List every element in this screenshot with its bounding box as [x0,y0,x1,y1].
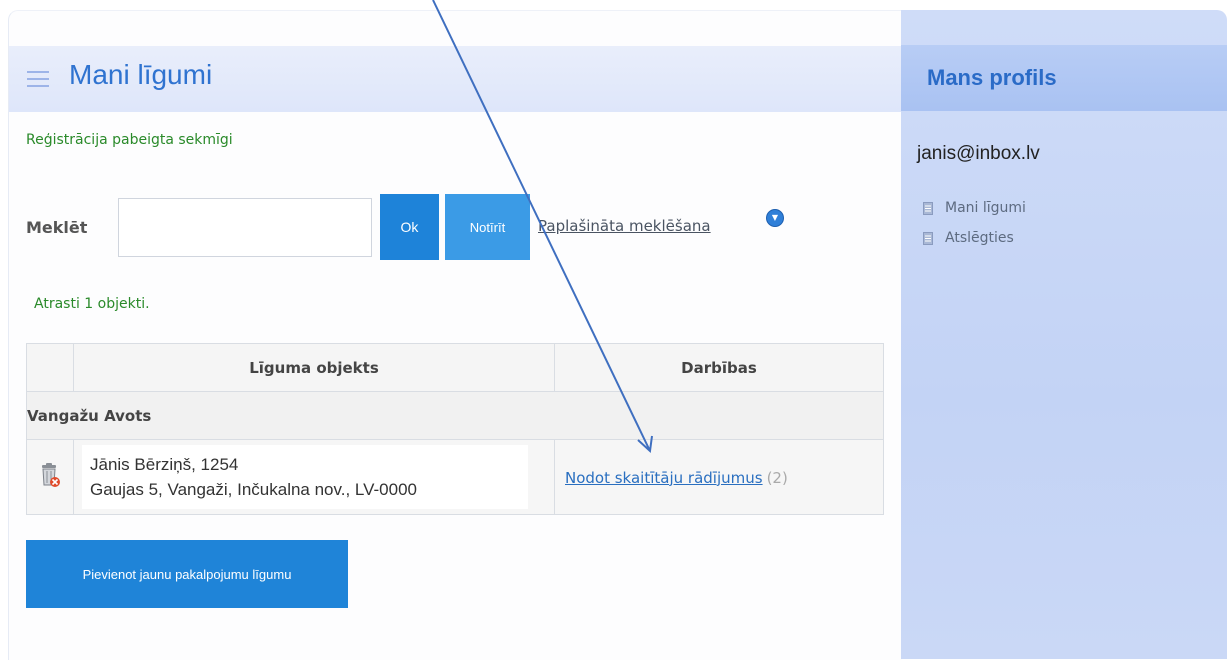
sidebar-item-logout[interactable]: Atslēgties [923,223,1026,253]
sidebar-item-label: Atslēgties [945,230,1014,246]
profile-email: janis@inbox.lv [917,143,1040,164]
document-icon [923,231,933,245]
column-header-object: Līguma objekts [73,343,555,392]
search-ok-button[interactable]: Ok [380,194,439,260]
search-clear-button[interactable]: Notīrīt [445,194,530,260]
contract-holder: Jānis Bērziņš, 1254 [90,455,239,474]
menu-icon[interactable] [27,71,49,87]
actions-cell: Nodot skaitītāju rādījumus (2) [554,439,884,515]
sidebar-item-label: Mani līgumi [945,200,1026,216]
table-header-row: Līguma objekts Darbības [26,343,884,392]
sidebar-header: Mans profils [901,45,1227,111]
advanced-search-link[interactable]: Paplašināta meklēšana [538,217,711,235]
trash-icon[interactable] [39,462,61,488]
table-group-row: Vangažu Avots [26,391,884,440]
contract-object: Jānis Bērziņš, 1254 Gaujas 5, Vangaži, I… [82,445,528,509]
delete-cell [26,439,74,515]
readings-count-badge: (2) [766,468,788,487]
sidebar-item-contracts[interactable]: Mani līgumi [923,193,1026,223]
column-header-actions: Darbības [554,343,884,392]
contracts-table: Līguma objekts Darbības Vangažu Avots Jā… [26,343,884,515]
sidebar: Mans profils janis@inbox.lv Mani līgumi … [901,10,1227,659]
contract-object-cell: Jānis Bērziņš, 1254 Gaujas 5, Vangaži, I… [73,439,555,515]
search-input[interactable] [118,198,372,257]
page-title: Mani līgumi [69,59,213,90]
add-contract-button[interactable]: Pievienot jaunu pakalpojumu līgumu [26,540,348,608]
submit-meter-readings-link[interactable]: Nodot skaitītāju rādījumus [565,469,763,487]
sidebar-nav: Mani līgumi Atslēgties [923,193,1026,253]
document-icon [923,201,933,215]
table-row: Jānis Bērziņš, 1254 Gaujas 5, Vangaži, I… [26,439,884,515]
contract-address: Gaujas 5, Vangaži, Inčukalna nov., LV-00… [90,480,417,499]
sidebar-title: Mans profils [927,65,1057,90]
chevron-down-icon[interactable]: ▼ [766,209,784,227]
column-header-icon [26,343,74,392]
group-label: Vangažu Avots [26,391,884,440]
main-header: Mani līgumi [9,46,902,112]
results-count: Atrasti 1 objekti. [34,296,150,312]
search-label: Meklēt [26,218,88,237]
status-message: Reģistrācija pabeigta sekmīgi [26,132,233,148]
